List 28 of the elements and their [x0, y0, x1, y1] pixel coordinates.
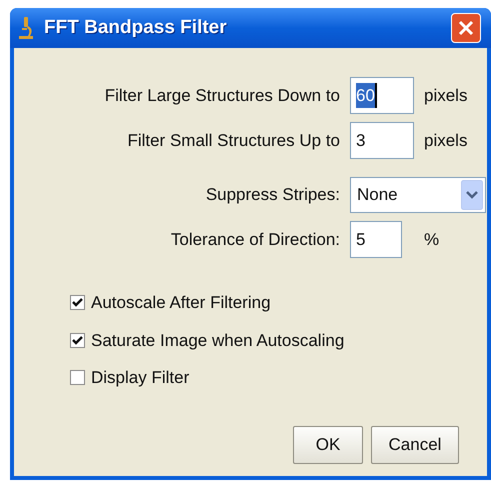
- field-label: Tolerance of Direction:: [170, 228, 340, 251]
- number-field[interactable]: 5: [350, 221, 402, 258]
- checkbox-label: Autoscale After Filtering: [91, 292, 271, 314]
- field-value: 5: [356, 228, 366, 251]
- number-field[interactable]: 60: [350, 77, 414, 114]
- checkmark-icon: [72, 334, 83, 346]
- checkbox[interactable]: [70, 332, 85, 348]
- field-label: Filter Large Structures Down to: [104, 84, 340, 107]
- checkbox[interactable]: [70, 370, 85, 386]
- close-button[interactable]: [451, 13, 481, 43]
- unit-label: pixels: [424, 84, 468, 107]
- checkmark-icon: [72, 297, 83, 308]
- checkbox[interactable]: [70, 295, 85, 310]
- field-value: 60: [356, 82, 377, 108]
- unit-label: %: [424, 228, 440, 251]
- cancel-button[interactable]: Cancel: [371, 426, 459, 464]
- ok-button[interactable]: OK: [293, 426, 363, 464]
- microscope-icon: [18, 16, 34, 40]
- unit-label: pixels: [424, 130, 468, 152]
- field-label: Filter Small Structures Up to: [126, 130, 340, 152]
- checkbox-label: Display Filter: [91, 367, 190, 389]
- window-title: FFT Bandpass Filter: [44, 16, 227, 40]
- stripes-dropdown[interactable]: None: [350, 177, 486, 213]
- checkbox-label: Saturate Image when Autoscaling: [91, 330, 344, 352]
- field-value: 3: [356, 130, 366, 152]
- number-field[interactable]: 3: [350, 122, 414, 159]
- close-icon: [458, 20, 474, 36]
- field-label: Suppress Stripes:: [204, 184, 340, 206]
